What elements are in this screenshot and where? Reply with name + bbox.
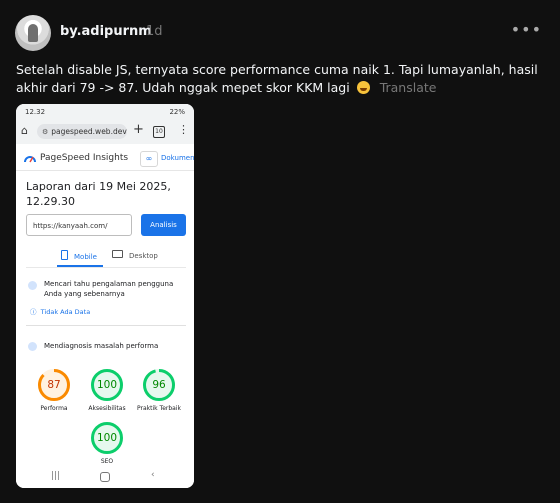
ux-icon bbox=[28, 281, 37, 290]
no-data-link[interactable]: ⓘ Tidak Ada Data bbox=[30, 306, 90, 316]
android-nav-bar: ||| ‹ bbox=[16, 468, 194, 488]
score-gauge[interactable]: 100 bbox=[90, 421, 124, 455]
section-divider bbox=[26, 325, 186, 326]
psi-header: PageSpeed Insights ∞ Dokumen bbox=[16, 146, 194, 171]
score-value: 100 bbox=[96, 379, 118, 391]
psi-logo-icon bbox=[24, 156, 36, 163]
score-label: Praktik Terbaik bbox=[137, 405, 181, 412]
docs-link[interactable]: Dokumen bbox=[161, 154, 194, 162]
mobile-icon bbox=[61, 250, 68, 260]
score-gauge[interactable]: 96 bbox=[142, 368, 176, 402]
url-input[interactable]: https://kanyaah.com/ bbox=[26, 214, 132, 236]
more-icon[interactable]: ••• bbox=[511, 20, 542, 39]
score-label: Aksesibilitas bbox=[88, 405, 126, 412]
status-battery: 22% bbox=[169, 108, 185, 116]
no-data-label: Tidak Ada Data bbox=[40, 308, 91, 316]
status-bar: 12.32 22% bbox=[16, 104, 194, 120]
analyze-button[interactable]: Analisis bbox=[141, 214, 186, 236]
tab-divider bbox=[26, 267, 186, 268]
url-text: pagespeed.web.dev bbox=[51, 127, 127, 136]
score-gauge[interactable]: 100 bbox=[90, 368, 124, 402]
score-value: 96 bbox=[152, 379, 166, 391]
score-label: SEO bbox=[100, 458, 114, 465]
diagnose-icon bbox=[28, 342, 37, 351]
tab-desktop-label: Desktop bbox=[129, 252, 158, 260]
status-time: 12.32 bbox=[25, 108, 46, 116]
nav-home-icon[interactable] bbox=[100, 472, 110, 482]
translate-link[interactable]: Translate bbox=[380, 80, 437, 95]
ux-text: Mencari tahu pengalaman pengguna Anda ya… bbox=[44, 280, 174, 298]
psi-title[interactable]: PageSpeed Insights bbox=[40, 153, 128, 163]
tabs-icon[interactable]: 10 bbox=[153, 126, 165, 138]
laughing-emoji-icon bbox=[356, 81, 370, 94]
site-info-icon[interactable]: ⚙ bbox=[42, 125, 48, 139]
menu-icon[interactable]: ⋮ bbox=[178, 123, 189, 136]
score-label: Performa bbox=[40, 405, 68, 412]
post-text: Setelah disable JS, ternyata score perfo… bbox=[16, 61, 546, 97]
score-value: 100 bbox=[96, 432, 118, 444]
desktop-icon bbox=[112, 250, 123, 258]
url-bar[interactable]: ⚙ pagespeed.web.dev bbox=[37, 124, 127, 139]
diagnose-text: Mendiagnosis masalah performa bbox=[44, 342, 159, 350]
tab-mobile[interactable]: Mobile bbox=[61, 250, 97, 261]
home-icon[interactable]: ⌂ bbox=[21, 124, 28, 137]
report-title: Laporan dari 19 Mei 2025, 12.29.30 bbox=[26, 180, 171, 208]
post-time: 1d bbox=[146, 24, 163, 39]
username[interactable]: by.adipurnm bbox=[60, 24, 152, 39]
plus-icon[interactable]: + bbox=[133, 122, 144, 137]
attached-screenshot[interactable]: 12.32 22% ⌂ ⚙ pagespeed.web.dev + 10 ⋮ Pa… bbox=[16, 104, 194, 488]
post-body: Setelah disable JS, ternyata score perfo… bbox=[16, 62, 538, 95]
tab-mobile-label: Mobile bbox=[74, 253, 97, 261]
nav-back-icon[interactable]: ‹ bbox=[151, 470, 155, 480]
score-value: 87 bbox=[47, 379, 61, 391]
browser-toolbar: ⌂ ⚙ pagespeed.web.dev + 10 ⋮ bbox=[16, 120, 194, 144]
nav-recents-icon[interactable]: ||| bbox=[51, 471, 60, 481]
share-icon[interactable]: ∞ bbox=[140, 151, 158, 167]
score-gauge[interactable]: 87 bbox=[37, 368, 71, 402]
avatar[interactable] bbox=[15, 15, 51, 51]
tab-desktop[interactable]: Desktop bbox=[112, 250, 158, 260]
